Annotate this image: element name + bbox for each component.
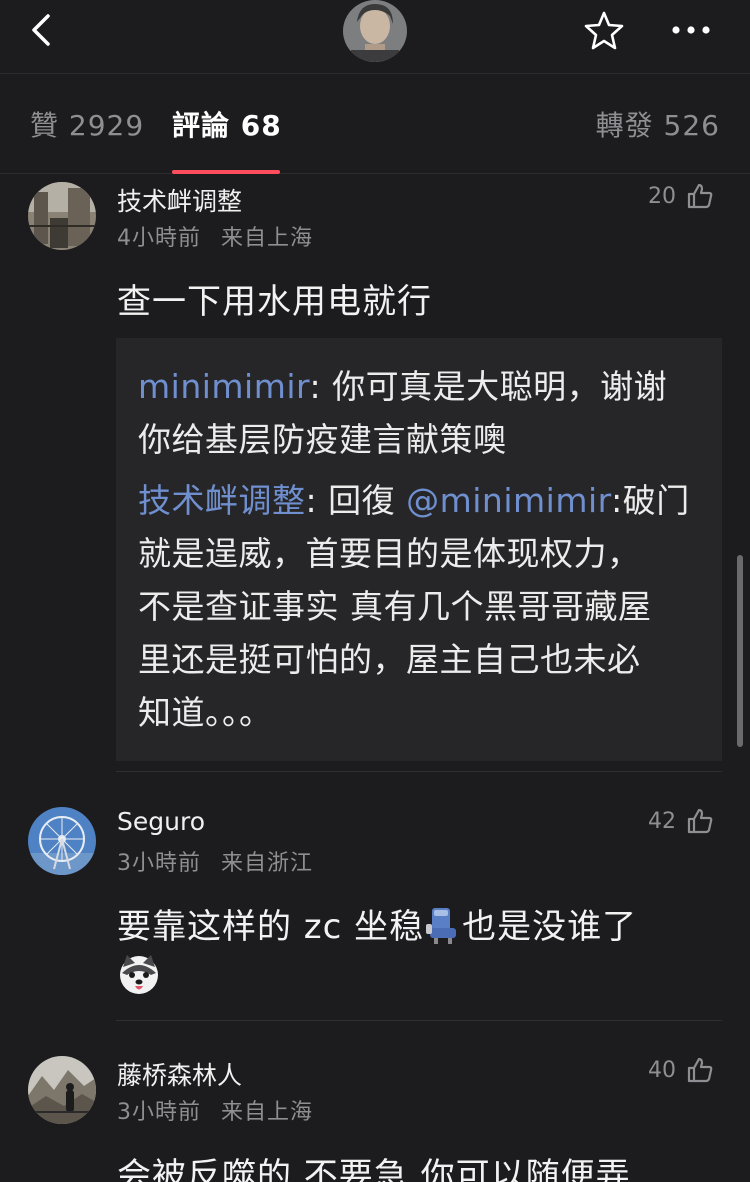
back-button[interactable] — [24, 10, 64, 50]
weibo-comments-screen: 贊 2929 評論 68 轉發 526 技术衅调整 4小時前 来自上海 20 查… — [0, 0, 750, 1182]
comment-item: 技术衅调整 4小時前 来自上海 20 查一下用水用电就行 minimimir: 你… — [0, 178, 750, 778]
thumbs-up-icon — [687, 808, 713, 834]
comment-text: 要靠这样的 zc 坐稳 也是没谁了 — [117, 899, 637, 955]
comment-text-part: 也是没谁了 — [462, 907, 638, 947]
scrollbar[interactable] — [737, 555, 743, 747]
comment-text: 会被反噬的 不要急 你可以随便弄 — [117, 1156, 631, 1182]
comment-meta: 3小時前 来自上海 — [117, 1094, 313, 1126]
reply-colon: : — [611, 481, 623, 520]
reply-text: 就是逞威，首要目的是体现权力， — [138, 534, 641, 573]
comment-location: 来自上海 — [221, 1100, 314, 1125]
comment-time: 3小時前 — [117, 851, 201, 876]
reply-text: 不是查证事实 真有几个黑哥哥藏屋 — [138, 587, 652, 626]
reply-text: 里还是挺可怕的，屋主自己也未必 — [138, 640, 641, 679]
avatar[interactable] — [28, 807, 96, 875]
comment-item: 藤桥森林人 3小時前 来自上海 40 会被反噬的 不要急 你可以随便弄 — [0, 1054, 750, 1182]
more-options-button[interactable] — [666, 10, 716, 50]
star-icon — [584, 11, 624, 50]
thumbs-up-icon — [687, 1057, 713, 1083]
comment-text-part: zc 坐稳 — [292, 907, 425, 947]
comment-username[interactable]: Seguro — [117, 807, 205, 836]
reply-username[interactable]: minimimir — [138, 367, 310, 406]
reply-item: minimimir: 你可真是大聪明，谢谢 你给基层防疫建言献策噢 — [138, 360, 702, 466]
comment-divider — [116, 771, 722, 772]
comment-username[interactable]: 技术衅调整 — [117, 182, 242, 218]
reply-separator: : — [309, 367, 333, 406]
active-tab-indicator — [172, 170, 280, 174]
reply-text: 你可真是大聪明，谢谢 — [332, 367, 668, 406]
comment-location: 来自上海 — [221, 226, 314, 251]
comment-text: 查一下用水用电就行 — [117, 282, 432, 322]
comment-time: 4小時前 — [117, 226, 201, 251]
tab-likes[interactable]: 贊 2929 — [30, 104, 144, 144]
reply-username[interactable]: 技术衅调整 — [138, 481, 306, 520]
reply-mention[interactable]: @minimimir — [406, 481, 611, 520]
more-dots-icon — [672, 26, 710, 34]
comment-meta: 4小時前 来自上海 — [117, 220, 313, 252]
thumbs-up-icon — [687, 183, 713, 209]
reply-text: 知道。。。 — [138, 693, 273, 732]
reply-text: 破门 — [622, 481, 690, 520]
comment-meta: 3小時前 来自浙江 — [117, 845, 313, 877]
reply-separator: : 回復 — [305, 481, 407, 520]
top-nav-bar — [0, 0, 750, 74]
tab-reposts[interactable]: 轉發 526 — [596, 104, 720, 144]
avatar[interactable] — [28, 1056, 96, 1124]
reply-text-cont: 你给基层防疫建言献策噢 — [138, 420, 507, 459]
seat-emoji — [424, 906, 462, 955]
like-count: 40 — [648, 1057, 676, 1083]
like-button[interactable]: 42 — [648, 807, 714, 835]
like-count: 20 — [648, 183, 676, 209]
post-stats-tabs: 贊 2929 評論 68 轉發 526 — [0, 74, 750, 174]
comment-username[interactable]: 藤桥森林人 — [117, 1056, 242, 1092]
comment-item: Seguro 3小時前 来自浙江 42 要靠这样的 zc 坐稳 也是没谁了 — [0, 805, 750, 1020]
comment-location: 来自浙江 — [221, 851, 314, 876]
reply-thread[interactable]: minimimir: 你可真是大聪明，谢谢 你给基层防疫建言献策噢 技术衅调整:… — [116, 338, 722, 761]
avatar[interactable] — [28, 182, 96, 250]
favorite-button[interactable] — [582, 9, 626, 53]
like-button[interactable]: 40 — [648, 1056, 714, 1084]
tab-comments[interactable]: 評論 68 — [172, 104, 282, 144]
like-button[interactable]: 20 — [648, 182, 714, 210]
like-count: 42 — [648, 808, 676, 834]
comment-time: 3小時前 — [117, 1100, 201, 1125]
reply-item: 技术衅调整: 回復 @minimimir:破门 就是逞威，首要目的是体现权力， … — [138, 474, 702, 739]
back-chevron-icon — [32, 14, 50, 46]
comment-text-part: 要靠这样的 — [117, 907, 292, 947]
comment-divider — [116, 1020, 722, 1021]
husky-dog-emoji — [117, 953, 161, 1001]
author-avatar[interactable] — [343, 0, 407, 62]
